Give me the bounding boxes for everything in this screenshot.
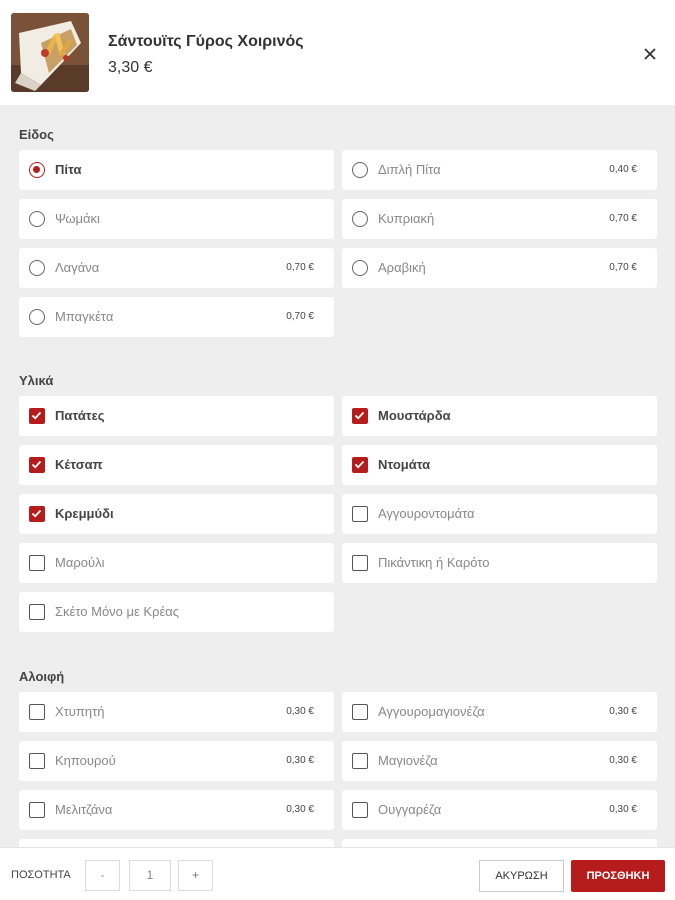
checkbox-icon[interactable] <box>29 555 45 571</box>
option-araviki[interactable]: Αραβική 0,70 € <box>342 248 657 288</box>
option-psomaki[interactable]: Ψωμάκι <box>19 199 334 239</box>
checkbox-icon[interactable] <box>29 753 45 769</box>
option-aggourontomata[interactable]: Αγγουροντομάτα <box>342 494 657 534</box>
option-price: 0,40 € <box>609 164 637 175</box>
option-label: Ουγγαρέζα <box>378 802 442 817</box>
option-price: 0,30 € <box>609 755 637 766</box>
quantity-input[interactable]: 1 <box>129 860 171 891</box>
radio-icon[interactable] <box>29 211 45 227</box>
option-price: 0,30 € <box>286 755 314 766</box>
option-moustarda[interactable]: Μουστάρδα <box>342 396 657 436</box>
checkbox-icon[interactable] <box>352 506 368 522</box>
close-icon <box>644 48 656 60</box>
radio-icon[interactable] <box>29 309 45 325</box>
option-dipli-pita[interactable]: Διπλή Πίτα 0,40 € <box>342 150 657 190</box>
checkbox-checked-icon[interactable] <box>29 457 45 473</box>
quantity-label: ΠΟΣΟΤΗΤΑ <box>11 869 71 881</box>
option-ouggareza[interactable]: Ουγγαρέζα 0,30 € <box>342 790 657 830</box>
add-to-cart-button[interactable]: ΠΡΟΣΘΗΚΗ <box>571 860 665 892</box>
section-title-aloifi: Αλοιφή <box>19 669 65 684</box>
option-price: 0,30 € <box>286 804 314 815</box>
section-title-eidos: Είδος <box>19 127 54 142</box>
option-label: Πίτα <box>55 162 82 177</box>
option-pikantiki-karoto[interactable]: Πικάντικη ή Καρότο <box>342 543 657 583</box>
option-price: 0,30 € <box>609 706 637 717</box>
option-aggouromagioneza[interactable]: Αγγουρομαγιονέζα 0,30 € <box>342 692 657 732</box>
option-price: 0,70 € <box>609 213 637 224</box>
option-partial-row[interactable] <box>19 839 334 847</box>
checkbox-checked-icon[interactable] <box>352 408 368 424</box>
quantity-increase-button[interactable]: + <box>178 860 213 891</box>
option-bagketa[interactable]: Μπαγκέτα 0,70 € <box>19 297 334 337</box>
checkbox-icon[interactable] <box>29 704 45 720</box>
option-label: Λαγάνα <box>55 260 100 275</box>
checkbox-checked-icon[interactable] <box>29 408 45 424</box>
option-label: Μαρούλι <box>55 555 105 570</box>
option-label: Χτυπητή <box>55 704 105 719</box>
quantity-decrease-button[interactable]: - <box>85 860 120 891</box>
option-label: Κηπουρού <box>55 753 116 768</box>
option-xtypiti[interactable]: Χτυπητή 0,30 € <box>19 692 334 732</box>
option-patates[interactable]: Πατάτες <box>19 396 334 436</box>
gyros-pita-photo <box>11 13 89 92</box>
option-label: Μελιτζάνα <box>55 802 113 817</box>
radio-icon[interactable] <box>29 260 45 276</box>
product-image <box>11 13 89 92</box>
option-label: Πικάντικη ή Καρότο <box>378 555 490 570</box>
option-pita[interactable]: Πίτα <box>19 150 334 190</box>
product-price: 3,30 € <box>108 59 153 76</box>
option-partial-row[interactable] <box>342 839 657 847</box>
option-price: 0,30 € <box>286 706 314 717</box>
option-marouli[interactable]: Μαρούλι <box>19 543 334 583</box>
options-panel[interactable]: Είδος Πίτα Διπλή Πίτα 0,40 € Ψωμάκι Κυπρ… <box>0 105 675 847</box>
option-label: Αγγουρομαγιονέζα <box>378 704 485 719</box>
product-title: Σάντουϊτς Γύρος Χοιρινός <box>108 33 304 50</box>
option-lagana[interactable]: Λαγάνα 0,70 € <box>19 248 334 288</box>
option-magioneza[interactable]: Μαγιονέζα 0,30 € <box>342 741 657 781</box>
option-sketo-mono-kreas[interactable]: Σκέτο Μόνο με Κρέας <box>19 592 334 632</box>
option-label: Κυπριακή <box>378 211 435 226</box>
option-label: Ψωμάκι <box>55 211 100 226</box>
radio-selected-icon[interactable] <box>29 162 45 178</box>
checkbox-checked-icon[interactable] <box>29 506 45 522</box>
option-ntomata[interactable]: Ντομάτα <box>342 445 657 485</box>
close-button[interactable] <box>638 42 662 66</box>
radio-icon[interactable] <box>352 162 368 178</box>
checkbox-icon[interactable] <box>352 753 368 769</box>
checkbox-icon[interactable] <box>352 802 368 818</box>
option-melitzana[interactable]: Μελιτζάνα 0,30 € <box>19 790 334 830</box>
option-price: 0,30 € <box>609 804 637 815</box>
option-label: Μουστάρδα <box>378 408 451 423</box>
option-kypriaki[interactable]: Κυπριακή 0,70 € <box>342 199 657 239</box>
section-title-ylika: Υλικά <box>19 373 54 388</box>
option-kremmydi[interactable]: Κρεμμύδι <box>19 494 334 534</box>
option-label: Αραβική <box>378 260 426 275</box>
option-ketsap[interactable]: Κέτσαπ <box>19 445 334 485</box>
checkbox-checked-icon[interactable] <box>352 457 368 473</box>
option-label: Σκέτο Μόνο με Κρέας <box>55 604 180 619</box>
option-label: Αγγουροντομάτα <box>378 506 475 521</box>
option-price: 0,70 € <box>609 262 637 273</box>
checkbox-icon[interactable] <box>29 604 45 620</box>
checkbox-icon[interactable] <box>352 704 368 720</box>
radio-icon[interactable] <box>352 260 368 276</box>
option-price: 0,70 € <box>286 262 314 273</box>
option-label: Κρεμμύδι <box>55 506 114 521</box>
option-price: 0,70 € <box>286 311 314 322</box>
option-label: Πατάτες <box>55 408 105 423</box>
option-label: Ντομάτα <box>378 457 431 472</box>
radio-icon[interactable] <box>352 211 368 227</box>
modal-footer: ΠΟΣΟΤΗΤΑ - 1 + ΑΚΥΡΩΣΗ ΠΡΟΣΘΗΚΗ <box>0 847 675 900</box>
option-label: Μπαγκέτα <box>55 309 114 324</box>
option-label: Μαγιονέζα <box>378 753 438 768</box>
checkbox-icon[interactable] <box>29 802 45 818</box>
option-label: Κέτσαπ <box>55 457 103 472</box>
modal-header: Σάντουϊτς Γύρος Χοιρινός 3,30 € <box>0 0 675 105</box>
option-label: Διπλή Πίτα <box>378 162 441 177</box>
checkbox-icon[interactable] <box>352 555 368 571</box>
cancel-button[interactable]: ΑΚΥΡΩΣΗ <box>479 860 564 892</box>
option-kipourou[interactable]: Κηπουρού 0,30 € <box>19 741 334 781</box>
